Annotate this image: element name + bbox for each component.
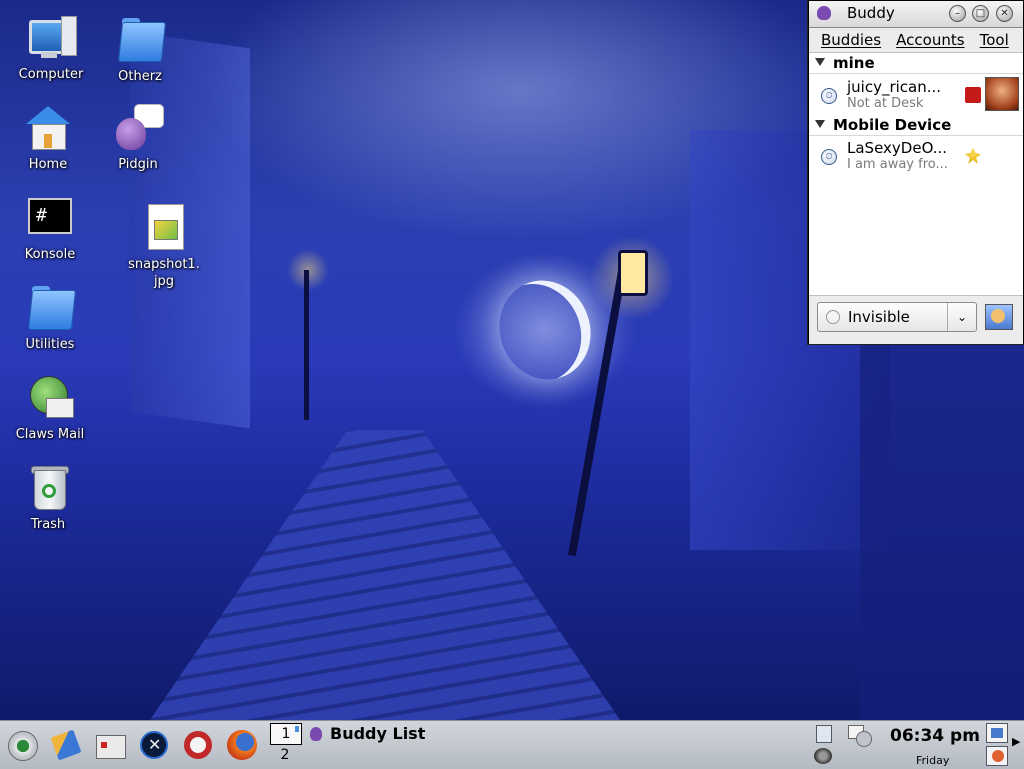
control-center-icon bbox=[96, 735, 126, 759]
pidgin-icon bbox=[310, 727, 322, 741]
cleaner-icon bbox=[50, 729, 82, 761]
folder-icon bbox=[26, 284, 77, 332]
desktop-icon-label: Konsole bbox=[24, 247, 76, 262]
firefox-icon bbox=[227, 730, 257, 760]
folder-icon bbox=[116, 16, 167, 64]
expand-triangle-icon[interactable] bbox=[815, 58, 825, 66]
status-selector-value: Invisible bbox=[848, 308, 910, 326]
menu-tools[interactable]: Tool bbox=[974, 28, 1013, 49]
buddy-list-tree[interactable]: mine ⏲ juicy_rican... Not at Desk Mobile… bbox=[809, 53, 1023, 293]
k-menu-icon bbox=[8, 731, 38, 761]
buddy-row[interactable]: ⏲ LaSexyDeO... I am away fro... bbox=[809, 136, 1023, 176]
away-clock-icon: ⏲ bbox=[821, 88, 837, 104]
buddy-row[interactable]: ⏲ juicy_rican... Not at Desk bbox=[809, 75, 1023, 115]
pager-desktop-1[interactable]: 1 bbox=[270, 723, 302, 745]
clipboard-tray-icon[interactable] bbox=[816, 725, 832, 743]
launcher-firefox[interactable] bbox=[224, 727, 260, 763]
terminal-icon: # bbox=[26, 194, 74, 242]
pidgin-icon bbox=[817, 6, 831, 20]
pager-desktop-2[interactable]: 2 bbox=[270, 745, 300, 765]
desktop-icon-home[interactable]: Home bbox=[0, 104, 96, 173]
desktop-icon-label: snapshot1. bbox=[128, 257, 200, 272]
buddy-list-window[interactable]: Buddy – □ ✕ Buddies Accounts Tool mine ⏲… bbox=[808, 0, 1024, 344]
show-desktop-tray-icon[interactable] bbox=[986, 723, 1008, 743]
expand-triangle-icon[interactable] bbox=[815, 120, 825, 128]
desktop-icon-label: Utilities bbox=[25, 337, 75, 352]
desktop-pager: 1 2 bbox=[270, 723, 302, 767]
taskbar: 1 2 Buddy List 06:34 pm Friday ▶ bbox=[0, 720, 1024, 769]
k-menu-button[interactable] bbox=[4, 727, 40, 763]
invisible-status-icon bbox=[826, 310, 840, 324]
desktop-icon-pidgin[interactable]: Pidgin bbox=[90, 104, 186, 173]
group-header-mine[interactable]: mine bbox=[809, 53, 1023, 74]
pidgin-tray-icon[interactable] bbox=[986, 746, 1008, 766]
desktop-icon-claws-mail[interactable]: Claws Mail bbox=[2, 374, 98, 443]
wallpaper-moon bbox=[486, 268, 605, 393]
wallpaper-cobblestone-road bbox=[150, 430, 620, 720]
face-icon bbox=[991, 309, 1005, 323]
desktop-icon-label: Home bbox=[28, 157, 68, 172]
launcher-system-tools[interactable] bbox=[136, 727, 172, 763]
desktop-icon-label-line2: jpg bbox=[153, 274, 175, 289]
status-area: Invisible ⌄ bbox=[809, 295, 1023, 344]
buddy-avatar bbox=[985, 77, 1019, 111]
help-icon bbox=[184, 731, 212, 759]
desktop-icon-trash[interactable]: Trash bbox=[0, 464, 96, 533]
tray-expand-arrow-icon[interactable]: ▶ bbox=[1012, 735, 1020, 748]
desktop-icon-label: Pidgin bbox=[118, 157, 158, 172]
desktop-icon-label: Otherz bbox=[118, 69, 162, 84]
wallpaper-lamp-post-left bbox=[304, 270, 309, 420]
maximize-button[interactable]: □ bbox=[972, 5, 989, 22]
menu-buddies[interactable]: Buddies bbox=[809, 28, 885, 49]
away-clock-icon: ⏲ bbox=[821, 149, 837, 165]
wallpaper-lamp-light bbox=[618, 250, 648, 296]
computer-icon bbox=[27, 14, 77, 62]
desktop-icon-snapshot[interactable]: snapshot1. jpg bbox=[116, 204, 212, 290]
buddy-status-message: I am away fro... bbox=[847, 157, 948, 172]
aim-running-man-icon bbox=[965, 148, 981, 164]
clock-time[interactable]: 06:34 pm bbox=[890, 726, 980, 746]
menu-bar: Buddies Accounts Tool bbox=[809, 28, 1023, 53]
pidgin-icon bbox=[114, 104, 164, 152]
desktop-icon-otherz[interactable]: Otherz bbox=[92, 16, 188, 85]
wallpaper-building-right-far bbox=[860, 330, 1024, 720]
launcher-control-center[interactable] bbox=[92, 727, 128, 763]
group-name: mine bbox=[833, 54, 875, 72]
chevron-down-icon[interactable]: ⌄ bbox=[947, 303, 976, 331]
home-icon bbox=[24, 104, 72, 152]
group-header-mobile-device[interactable]: Mobile Device bbox=[809, 115, 1023, 136]
launcher-help[interactable] bbox=[180, 727, 216, 763]
status-selector[interactable]: Invisible ⌄ bbox=[817, 302, 977, 332]
mail-client-icon bbox=[26, 374, 74, 422]
system-tools-icon bbox=[140, 731, 168, 759]
speaker-tray-icon[interactable] bbox=[814, 748, 832, 764]
minimize-button[interactable]: – bbox=[949, 5, 966, 22]
taskbar-button-label: Buddy List bbox=[330, 724, 426, 743]
desktop-icon-utilities[interactable]: Utilities bbox=[2, 284, 98, 353]
group-name: Mobile Device bbox=[833, 116, 952, 134]
desktop-icon-label: Claws Mail bbox=[15, 427, 85, 442]
trash-icon bbox=[24, 464, 72, 512]
launcher-cleaner[interactable] bbox=[48, 727, 84, 763]
image-file-icon bbox=[140, 204, 188, 252]
buddy-icon-button[interactable] bbox=[985, 304, 1013, 330]
taskbar-button-buddy-list[interactable]: Buddy List bbox=[306, 723, 506, 745]
window-title: Buddy bbox=[847, 4, 895, 22]
clock-day: Friday bbox=[916, 754, 950, 767]
desktop-icon-label: Trash bbox=[30, 517, 66, 532]
desktop-icon-label: Computer bbox=[18, 67, 84, 82]
protocol-icon bbox=[965, 87, 981, 103]
window-titlebar[interactable]: Buddy – □ ✕ bbox=[809, 1, 1023, 28]
menu-accounts[interactable]: Accounts bbox=[890, 28, 968, 49]
desktop-icon-konsole[interactable]: # Konsole bbox=[2, 194, 98, 263]
close-button[interactable]: ✕ bbox=[996, 5, 1013, 22]
buddy-name: LaSexyDeO... bbox=[847, 139, 948, 157]
network-tray-icon[interactable] bbox=[848, 725, 872, 747]
buddy-status-message: Not at Desk bbox=[847, 96, 924, 111]
desktop-icon-computer[interactable]: Computer bbox=[3, 14, 99, 83]
buddy-name: juicy_rican... bbox=[847, 78, 942, 96]
